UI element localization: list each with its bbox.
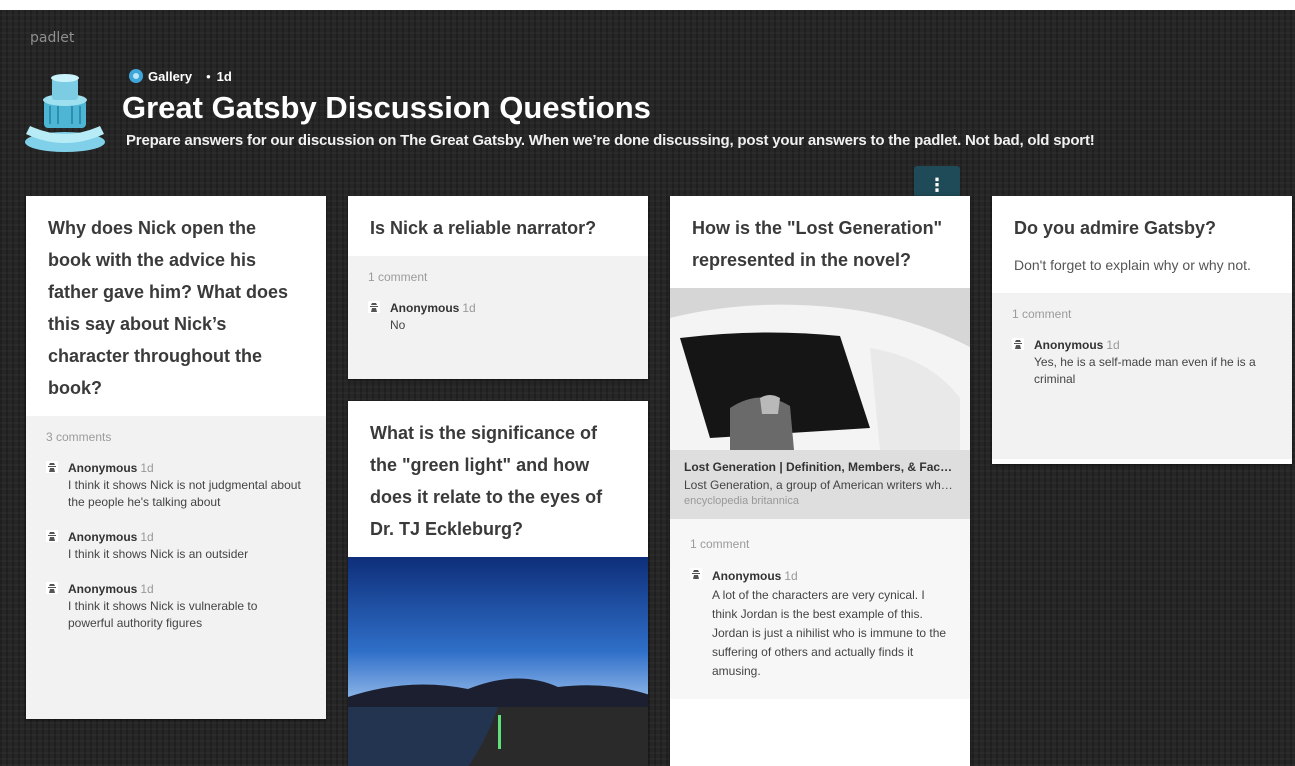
board-title: Great Gatsby Discussion Questions <box>122 90 651 125</box>
meta-separator: • <box>206 68 211 84</box>
anonymous-avatar-icon <box>46 530 58 542</box>
link-description: Lost Generation, a group of American wri… <box>684 478 956 492</box>
link-source: encyclopedia britannica <box>684 495 799 507</box>
fountain-logo-icon <box>25 74 105 152</box>
comment-text: No <box>390 318 406 332</box>
comment-time: 1d <box>140 530 154 544</box>
post-title: How is the "Lost Generation" represented… <box>692 218 943 270</box>
board-description: Prepare answers for our discussion on Th… <box>126 132 1095 149</box>
comment-author: Anonymous <box>390 301 460 315</box>
comment: Anonymous 1d I think it shows Nick is an o… <box>46 529 306 563</box>
padlet-brand[interactable]: padlet <box>30 30 74 46</box>
gallery-icon <box>129 69 143 83</box>
comment: Anonymous 1d I think it shows Nick is vuln… <box>46 581 306 632</box>
comment: Anonymous 1d I think it shows Nick is not … <box>46 460 306 511</box>
vintage-car-photo[interactable] <box>670 288 970 450</box>
comment: Anonymous 1d No <box>368 300 628 334</box>
post-body: Don't forget to explain why or why not. <box>1014 257 1251 273</box>
more-vertical-icon: ⋮ <box>928 174 946 195</box>
comment-text: Yes, he is a self-made man even if he is… <box>1034 355 1256 386</box>
comment: Anonymous 1d Yes, he is a self-made man ev… <box>1012 337 1272 388</box>
post-title: What is the significance of the "green l… <box>370 423 603 539</box>
comment-time: 1d <box>784 569 798 583</box>
comment-text: A lot of the characters are very cynical… <box>712 588 947 678</box>
comment-time: 1d <box>1106 338 1120 352</box>
board-meta: Gallery • 1d <box>128 68 232 84</box>
post-title: Do you admire Gatsby? <box>1014 218 1217 238</box>
board-age: 1d <box>216 68 232 84</box>
anonymous-avatar-icon <box>46 582 58 594</box>
comment-time: 1d <box>140 461 154 475</box>
comment-count[interactable]: 1 comment <box>368 270 628 284</box>
comment-count[interactable]: 1 comment <box>1012 307 1272 321</box>
post-card-lost-generation[interactable]: How is the "Lost Generation" represented… <box>670 196 970 766</box>
comments-section: 1 comment Anonymous 1d Yes, he is a self-m… <box>992 293 1292 459</box>
post-card-nick-advice[interactable]: Why does Nick open the book with the adv… <box>26 196 326 719</box>
comment-author: Anonymous <box>68 461 138 475</box>
post-title: Why does Nick open the book with the adv… <box>48 218 289 398</box>
comments-section: 3 comments Anonymous 1d I think it shows N… <box>26 416 326 719</box>
comments-section: 1 comment Anonymous 1d A lot of the charac… <box>670 519 970 699</box>
comment-count[interactable]: 3 comments <box>46 430 306 444</box>
anonymous-avatar-icon <box>1012 338 1024 350</box>
gallery-link[interactable]: Gallery <box>148 69 192 84</box>
anonymous-avatar-icon <box>690 568 702 580</box>
post-card-reliable[interactable]: Is Nick a reliable narrator? 1 comment A… <box>348 196 648 379</box>
top-strip <box>0 0 1295 10</box>
comment-time: 1d <box>140 582 154 596</box>
link-preview[interactable]: Lost Generation | Definition, Members, &… <box>670 450 970 519</box>
anonymous-avatar-icon <box>368 301 380 313</box>
comment-text: I think it shows Nick is vulnerable to p… <box>68 599 258 630</box>
comment-count[interactable]: 1 comment <box>690 537 950 551</box>
post-title: Is Nick a reliable narrator? <box>370 218 597 238</box>
comment-author: Anonymous <box>1034 338 1104 352</box>
comment-author: Anonymous <box>68 582 138 596</box>
comment-time: 1d <box>462 301 476 315</box>
anonymous-avatar-icon <box>46 461 58 473</box>
link-title: Lost Generation | Definition, Members, &… <box>684 460 956 474</box>
comment-text: I think it shows Nick is not judgmental … <box>68 478 301 509</box>
comment-author: Anonymous <box>712 569 782 583</box>
comments-section: 1 comment Anonymous 1d No <box>348 256 648 379</box>
lake-sunset-photo[interactable] <box>348 557 648 766</box>
post-card-admire-gatsby[interactable]: Do you admire Gatsby? Don't forget to ex… <box>992 196 1292 464</box>
comment-text: I think it shows Nick is an outsider <box>68 547 249 561</box>
post-card-green-light[interactable]: What is the significance of the "green l… <box>348 401 648 766</box>
comment-author: Anonymous <box>68 530 138 544</box>
comment: Anonymous 1d A lot of the characters are v… <box>690 567 950 681</box>
